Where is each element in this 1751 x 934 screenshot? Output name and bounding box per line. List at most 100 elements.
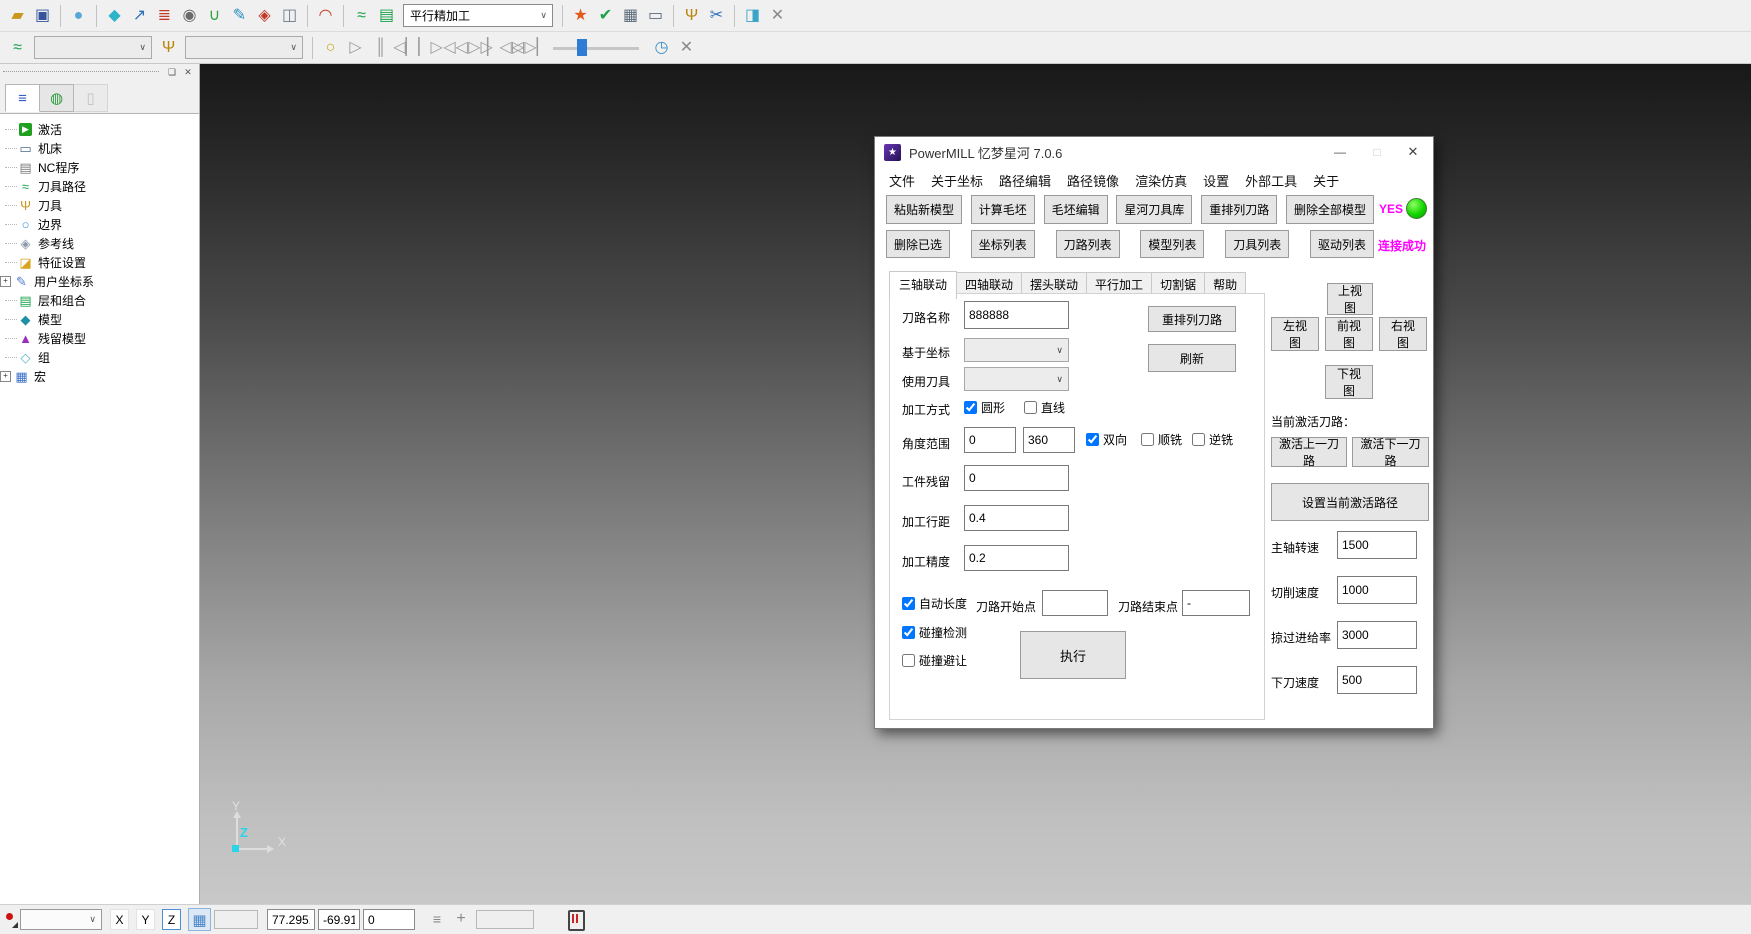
sim-toolpath-dropdown[interactable]: ∨ bbox=[34, 36, 152, 59]
rewind-icon[interactable]: ◁◁ bbox=[443, 35, 468, 60]
dialog-action-5-button[interactable]: 重排列刀路 bbox=[1201, 195, 1277, 224]
line-checkbox[interactable] bbox=[1024, 401, 1037, 414]
tree-item-activate[interactable]: ▶激活 bbox=[5, 120, 199, 139]
refresh-button[interactable]: 刷新 bbox=[1148, 344, 1236, 372]
sim-speed-slider[interactable] bbox=[553, 37, 639, 59]
left-view-button[interactable]: 左视图 bbox=[1271, 317, 1319, 351]
tool-verify-icon[interactable]: ✔ bbox=[593, 3, 618, 28]
strategy-list-icon[interactable]: ▤ bbox=[374, 3, 399, 28]
activate-prev-toolpath-button[interactable]: 激活上一刀路 bbox=[1271, 437, 1347, 467]
explorer-globe-tab[interactable]: ◍ bbox=[39, 84, 74, 112]
toolbar-close-icon[interactable]: ✕ bbox=[674, 35, 699, 60]
status-empty-field-1[interactable] bbox=[214, 910, 258, 929]
tree-expander-icon[interactable]: + bbox=[0, 276, 11, 287]
axis-y-button[interactable]: Y bbox=[136, 909, 155, 930]
strategy-dropdown[interactable]: 平行精加工∨ bbox=[403, 4, 553, 27]
crosshair-icon[interactable]: + bbox=[452, 910, 470, 928]
bottom-view-button[interactable]: 下视图 bbox=[1325, 365, 1373, 399]
tree-item-models[interactable]: ◆模型 bbox=[5, 310, 199, 329]
pause-icon[interactable]: ║ bbox=[368, 35, 393, 60]
tree-item-groups[interactable]: ◇组 bbox=[5, 348, 199, 367]
pattern-pencil-icon[interactable]: ✎ bbox=[227, 3, 252, 28]
clock-icon[interactable]: ◷ bbox=[649, 35, 674, 60]
calculator-icon[interactable]: ▦ bbox=[618, 3, 643, 28]
based-coord-dropdown[interactable]: ∨ bbox=[964, 338, 1069, 362]
set-active-path-button[interactable]: 设置当前激活路径 bbox=[1271, 483, 1429, 521]
feature-set-icon[interactable]: ◫ bbox=[277, 3, 302, 28]
tree-item-stock-models[interactable]: ▲残留模型 bbox=[5, 329, 199, 348]
dialog-title-bar[interactable]: ★ PowerMILL 忆梦星河 7.0.6 — □ ✕ bbox=[875, 137, 1433, 167]
cut-scissors-icon[interactable]: ✂ bbox=[704, 3, 729, 28]
bidirectional-checkbox[interactable] bbox=[1086, 433, 1099, 446]
collision-avoid-checkbox[interactable] bbox=[902, 654, 915, 667]
execute-button[interactable]: 执行 bbox=[1020, 631, 1126, 679]
tool-pair-icon[interactable]: Ψ bbox=[679, 3, 704, 28]
powermill-logo-icon[interactable]: ≈ bbox=[5, 35, 30, 60]
menu-item-8[interactable]: 关于 bbox=[1305, 171, 1347, 190]
dialog-action-3-button[interactable]: 毛坯编辑 bbox=[1044, 195, 1108, 224]
grid-snap-button[interactable]: ▦ bbox=[188, 908, 211, 931]
tree-item-workplanes[interactable]: +✎用户坐标系 bbox=[5, 272, 199, 291]
coord-x-input[interactable] bbox=[267, 909, 315, 930]
dialog-action-2-button[interactable]: 计算毛坯 bbox=[971, 195, 1035, 224]
tree-item-machine[interactable]: ▭机床 bbox=[5, 139, 199, 158]
angle-to-input[interactable] bbox=[1023, 427, 1075, 453]
status-dropdown[interactable]: ∨ bbox=[20, 909, 102, 930]
menu-item-4[interactable]: 路径镜像 bbox=[1059, 171, 1127, 190]
spindle-speed-input[interactable] bbox=[1337, 531, 1417, 559]
rearrange-toolpaths-button[interactable]: 重排列刀路 bbox=[1148, 306, 1236, 332]
close-button[interactable]: ✕ bbox=[1394, 137, 1432, 167]
sim-tool-dropdown[interactable]: ∨ bbox=[185, 36, 303, 59]
circle-checkbox[interactable] bbox=[964, 401, 977, 414]
tree-item-tools[interactable]: Ψ刀具 bbox=[5, 196, 199, 215]
menu-item-6[interactable]: 设置 bbox=[1195, 171, 1237, 190]
model-cubes-icon[interactable]: ◨ bbox=[740, 3, 765, 28]
record-indicator-icon[interactable] bbox=[4, 911, 18, 929]
tree-item-patterns[interactable]: ◈参考线 bbox=[5, 234, 199, 253]
powermill-logo-icon[interactable]: ≈ bbox=[349, 3, 374, 28]
tool-star-icon[interactable]: ★ bbox=[568, 3, 593, 28]
top-view-button[interactable]: 上视图 bbox=[1327, 283, 1373, 315]
axis-z-button[interactable]: Z bbox=[162, 909, 181, 930]
activate-next-toolpath-button[interactable]: 激活下一刀路 bbox=[1352, 437, 1429, 467]
dialog-list-6-button[interactable]: 驱动列表 bbox=[1310, 230, 1374, 258]
axis-x-button[interactable]: X bbox=[110, 909, 129, 930]
skim-feed-input[interactable] bbox=[1337, 621, 1417, 649]
dialog-list-4-button[interactable]: 模型列表 bbox=[1140, 230, 1204, 258]
step-forward-icon[interactable]: ▏▷ bbox=[418, 35, 443, 60]
collision-check-icon[interactable]: ◠ bbox=[313, 3, 338, 28]
menu-item-5[interactable]: 渲染仿真 bbox=[1127, 171, 1195, 190]
maximize-button[interactable]: □ bbox=[1358, 137, 1396, 167]
open-project-icon[interactable]: ▰ bbox=[5, 3, 30, 28]
menu-item-7[interactable]: 外部工具 bbox=[1237, 171, 1305, 190]
stock-remaining-input[interactable] bbox=[964, 465, 1069, 491]
tool-ball-icon[interactable]: ◉ bbox=[177, 3, 202, 28]
rapid-move-icon[interactable]: ↗ bbox=[127, 3, 152, 28]
dialog-list-5-button[interactable]: 刀具列表 bbox=[1225, 230, 1289, 258]
start-point-input[interactable] bbox=[1042, 590, 1108, 616]
front-view-button[interactable]: 前视图 bbox=[1325, 317, 1373, 351]
nc-program-icon[interactable]: ≣ bbox=[152, 3, 177, 28]
minimize-button[interactable]: — bbox=[1321, 137, 1359, 167]
dialog-list-2-button[interactable]: 坐标列表 bbox=[971, 230, 1035, 258]
menu-item-1[interactable]: 文件 bbox=[881, 171, 923, 190]
tree-item-macros[interactable]: +▦宏 bbox=[5, 367, 199, 386]
dialog-action-4-button[interactable]: 星河刀具库 bbox=[1116, 195, 1192, 224]
climb-checkbox[interactable] bbox=[1141, 433, 1154, 446]
explorer-tree-tab[interactable]: ≡ bbox=[5, 84, 40, 112]
dialog-tab-1[interactable]: 三轴联动 bbox=[889, 271, 957, 299]
tolerance-input[interactable] bbox=[964, 545, 1069, 571]
dialog-action-1-button[interactable]: 粘贴新模型 bbox=[886, 195, 962, 224]
right-view-button[interactable]: 右视图 bbox=[1379, 317, 1427, 351]
tree-item-nc-program[interactable]: ▤NC程序 bbox=[5, 158, 199, 177]
measure-icon[interactable]: ▭ bbox=[643, 3, 668, 28]
toolpath-name-input[interactable] bbox=[964, 301, 1069, 329]
toolbar-close-icon[interactable]: ✕ bbox=[765, 3, 790, 28]
slider-handle[interactable] bbox=[577, 39, 587, 56]
sim-tool-icon[interactable]: Ψ bbox=[156, 35, 181, 60]
collision-check-checkbox[interactable] bbox=[902, 626, 915, 639]
cutting-feed-input[interactable] bbox=[1337, 576, 1417, 604]
use-tool-dropdown[interactable]: ∨ bbox=[964, 367, 1069, 391]
shaded-view-icon[interactable]: ● bbox=[66, 3, 91, 28]
panel-gripper[interactable] bbox=[3, 71, 159, 72]
